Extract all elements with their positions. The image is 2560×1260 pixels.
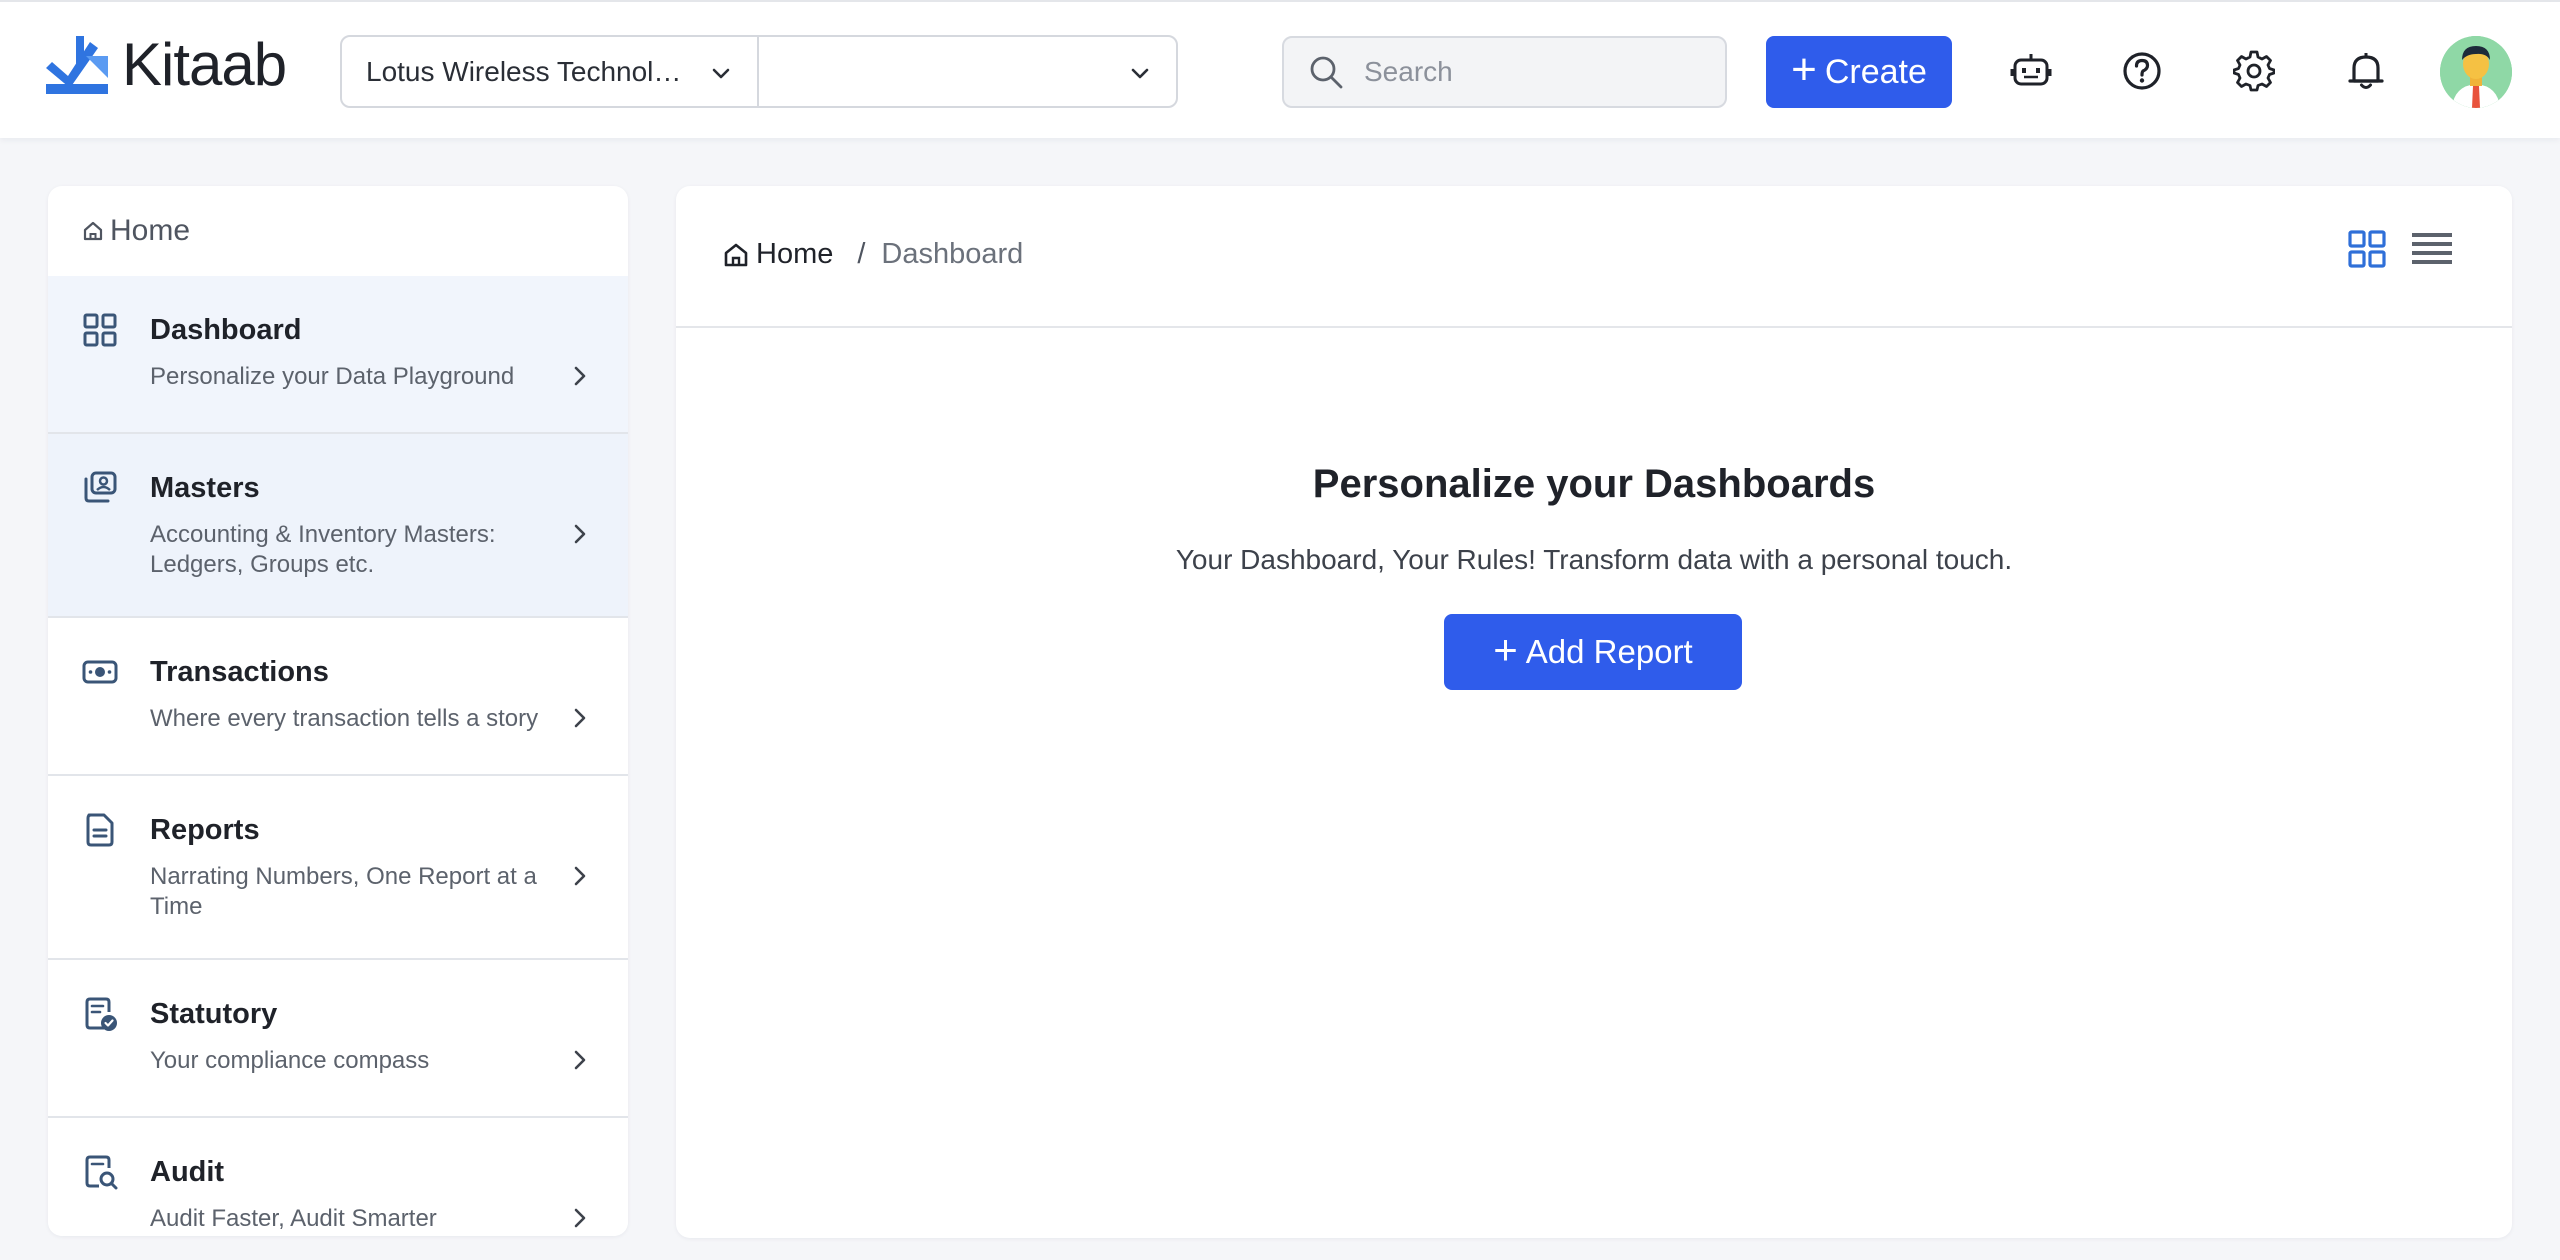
empty-state-subtitle: Your Dashboard, Your Rules! Transform da… [1175,544,2013,575]
main-header: Home / Dashboard [676,186,2512,328]
sidebar-item-transactions[interactable]: Transactions Where every transaction tel… [48,618,628,776]
chevron-right-icon [574,1050,586,1070]
kitaab-logo-icon [46,36,108,94]
app-logo[interactable]: Kitaab [46,31,287,98]
chevron-down-icon [712,68,730,79]
sidebar-item-audit[interactable]: Audit Audit Faster, Audit Smarter [48,1118,628,1236]
chevron-right-icon [574,524,586,544]
top-header: Kitaab Lotus Wireless Technol… + Create [0,0,2560,138]
dashboard-grid-icon [83,313,117,347]
settings-icon[interactable] [2233,50,2275,92]
create-button[interactable]: + Create [1766,36,1952,108]
sidebar-item-title: Transactions [150,656,329,688]
statutory-icon [85,997,117,1031]
sidebar-item-reports[interactable]: Reports Narrating Numbers, One Report at… [48,776,628,960]
breadcrumb: Home / Dashboard [722,238,1023,271]
chevron-right-icon [574,1208,586,1228]
search-icon [1310,56,1343,89]
gear-icon [2233,50,2275,92]
breadcrumb-current: Dashboard [881,238,1024,270]
search-box[interactable] [1282,36,1727,108]
sidebar-item-desc: Where every transaction tells a story [150,705,539,732]
help-icon[interactable] [2121,50,2163,92]
help-icon-glyph [2123,52,2161,90]
home-icon [83,221,103,241]
logo-text: Kitaab [122,31,287,98]
company-selector-value: Lotus Wireless Technol… [366,55,682,87]
sidebar-item-masters[interactable]: Masters Accounting & Inventory Masters: … [48,434,628,618]
plus-icon: + [1791,45,1817,94]
context-selectors: Lotus Wireless Technol… [340,35,1178,108]
chevron-right-icon [574,866,586,886]
avatar-icon [2440,36,2512,108]
chevron-down-icon [1131,68,1149,79]
secondary-selector[interactable] [759,37,1176,106]
sidebar-item-desc: Your compliance compass [150,1047,430,1074]
user-avatar[interactable] [2440,36,2512,108]
transactions-icon [82,660,118,684]
bell-icon [2348,53,2384,89]
sidebar-item-title: Masters [150,472,260,504]
sidebar-item-dashboard[interactable]: Dashboard Personalize your Data Playgrou… [48,276,628,434]
sidebar-home-link[interactable]: Home [48,186,628,276]
search-input[interactable] [1364,56,1704,88]
sidebar-item-desc: Personalize your Data Playground [150,363,515,390]
sidebar-item-desc: Narrating Numbers, One Report at a Time [150,863,537,920]
breadcrumb-home[interactable]: Home [756,238,833,271]
sidebar: Home Dashboard Personalize your Data Pla… [48,186,628,1236]
grid-view-icon[interactable] [2348,230,2386,268]
add-report-button[interactable]: + Add Report [1444,614,1742,690]
masters-icon [84,471,117,503]
main-panel: Home / Dashboard Personalize your Dashbo… [676,186,2512,1238]
bot-icon[interactable] [2010,50,2052,92]
company-selector[interactable]: Lotus Wireless Technol… [342,37,759,106]
reports-icon [86,813,114,847]
sidebar-home-label: Home [110,214,191,247]
bot-icon-glyph [2010,54,2052,86]
chevron-right-icon [574,366,586,386]
plus-icon: + [1493,626,1518,673]
chevron-right-icon [574,708,586,728]
sidebar-item-title: Audit [150,1156,225,1188]
sidebar-item-title: Dashboard [150,314,302,346]
list-view-icon[interactable] [2412,232,2452,266]
sidebar-item-statutory[interactable]: Statutory Your compliance compass [48,960,628,1118]
audit-icon [85,1155,118,1190]
sidebar-item-title: Statutory [150,998,278,1030]
create-button-label: Create [1824,52,1927,91]
empty-state-title: Personalize your Dashboards [1312,462,1876,506]
notification-bell-icon[interactable] [2345,50,2387,92]
sidebar-item-title: Reports [150,814,260,846]
sidebar-item-desc: Accounting & Inventory Masters: Ledgers,… [150,521,496,578]
home-icon[interactable] [722,241,750,269]
sidebar-item-desc: Audit Faster, Audit Smarter [150,1205,437,1232]
breadcrumb-separator: / [857,238,866,270]
add-report-label: Add Report [1525,633,1693,670]
